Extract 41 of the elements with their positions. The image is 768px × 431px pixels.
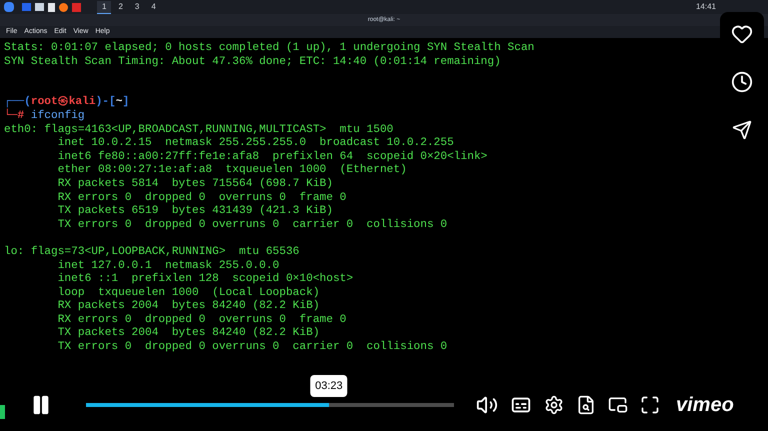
workspace-tab[interactable]: 4	[146, 0, 161, 14]
terminal-line: RX packets 5814 bytes 715564 (698.7 KiB)	[56, 178, 333, 192]
terminal-line: RX packets 2004 bytes 84240 (82.2 KiB)	[56, 300, 320, 314]
terminal-line: RX errors 0 dropped 0 overruns 0 frame 0	[56, 192, 346, 204]
prompt-bracket: )-[	[96, 96, 116, 110]
fullscreen-icon[interactable]	[640, 395, 660, 415]
terminal-line: SYN Stealth Scan Timing: About 47.36% done; ETC: 14:40 (0:01:14 remaining)	[4, 56, 501, 70]
clock-icon	[731, 71, 753, 93]
terminal-line: inet 10.0.2.15 netmask 255.255.255.0 broadcast 10.0.2.255	[56, 137, 454, 150]
prompt-directory: ~	[116, 96, 122, 110]
terminal-line: Stats: 0:01:07 elapsed; 0 hosts completed (1 up), 1 undergoing SYN Stealth Scan	[4, 42, 534, 56]
audio-level-bar	[0, 405, 5, 419]
prompt-bracket: ┌──(	[4, 96, 31, 108]
settings-icon[interactable]	[544, 395, 564, 415]
terminal-line: TX packets 2004 bytes 84240 (82.2 KiB)	[56, 327, 320, 340]
terminal-line: TX packets 6519 bytes 431439 (421.3 KiB)	[56, 205, 333, 218]
workspace-tab[interactable]: 3	[130, 0, 144, 14]
prompt-mark: └─#	[4, 110, 26, 124]
workspace-tab[interactable]: 1	[97, 0, 112, 14]
terminal-line: eth0: flags=4163<UP,BROADCAST,RUNNING,MULTICAST> mtu 1500	[4, 124, 394, 136]
clock: 14:41	[696, 1, 716, 13]
heart-icon	[731, 23, 753, 45]
time-tooltip: 03:23	[310, 374, 348, 397]
terminal-line: TX errors 0 dropped 0 overruns 0 carrier 0 collisions 0	[56, 341, 448, 355]
prompt-user: root㉿kali	[30, 96, 96, 110]
picture-in-picture-icon[interactable]	[608, 395, 628, 415]
terminal-line: lo: flags=73<UP,LOOPBACK,RUNNING> mtu 65536	[4, 246, 300, 260]
volume-icon[interactable]	[476, 394, 498, 416]
terminal-line: loop txqueuelen 1000 (Local Loopback)	[56, 286, 320, 300]
terminal-line: inet 127.0.0.1 netmask 255.0.0.0	[56, 260, 280, 272]
prompt-bracket: ]	[122, 96, 130, 110]
transcript-icon[interactable]	[576, 395, 596, 415]
terminal-line: ether 08:00:27:1e:af:a8 txqueuelen 1000 (Ethernet)	[56, 164, 407, 178]
logo[interactable]: vimeo	[676, 390, 734, 420]
terminal-line: inet6 fe80::a00:27ff:fe1e:afa8 prefixlen 64 scopeid 0×20<link>	[56, 150, 488, 164]
workspace-tab[interactable]: 2	[113, 0, 128, 14]
terminal-line: RX errors 0 dropped 0 overruns 0 frame 0	[56, 314, 346, 326]
send-icon	[732, 120, 752, 140]
terminal-line: inet6 ::1 prefixlen 128 scopeid 0×10<host>	[56, 273, 354, 286]
command-text: ifconfig	[30, 110, 85, 124]
terminal-line: TX errors 0 dropped 0 overruns 0 carrier 0 collisions 0	[56, 218, 448, 232]
